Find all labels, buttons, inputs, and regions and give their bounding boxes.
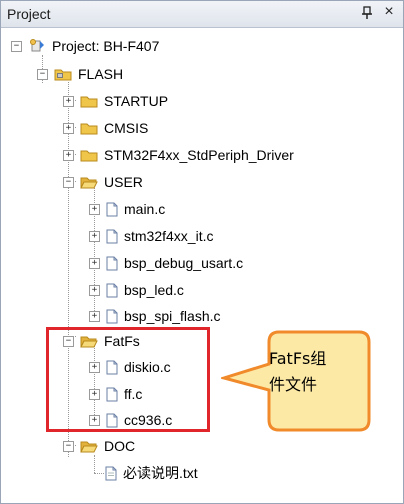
file-icon	[106, 256, 118, 270]
collapse-toggle[interactable]: −	[37, 68, 48, 80]
folder-icon	[80, 123, 98, 135]
expand-toggle[interactable]: +	[89, 203, 100, 215]
project-icon	[30, 39, 44, 52]
tree-node-driver[interactable]: + STM32F4xx_StdPeriph_Driver	[63, 145, 294, 165]
tree-node-file[interactable]: + stm32f4xx_it.c	[89, 226, 213, 246]
file-label: bsp_spi_flash.c	[124, 308, 221, 324]
tree-node-file[interactable]: + bsp_spi_flash.c	[89, 306, 221, 326]
tree-node-target[interactable]: − FLASH	[37, 64, 123, 84]
tree-node-file[interactable]: + bsp_led.c	[89, 280, 184, 300]
group-label: CMSIS	[104, 120, 149, 136]
collapse-toggle[interactable]: −	[63, 176, 74, 188]
file-label: bsp_debug_usart.c	[124, 255, 244, 271]
file-label: bsp_led.c	[124, 282, 184, 298]
group-label: STARTUP	[104, 93, 169, 109]
panel-titlebar: Project ×	[1, 1, 403, 28]
tree-node-user[interactable]: − USER	[63, 172, 143, 192]
folder-open-icon	[80, 177, 98, 189]
close-icon[interactable]: ×	[382, 4, 396, 20]
highlight-box	[46, 327, 210, 432]
tree-node-cmsis[interactable]: + CMSIS	[63, 118, 148, 138]
tree-node-doc[interactable]: − DOC	[63, 436, 135, 456]
tree-node-file[interactable]: + bsp_debug_usart.c	[89, 253, 243, 273]
expand-toggle[interactable]: +	[89, 230, 100, 242]
file-icon	[106, 229, 118, 243]
file-label: 必读说明.txt	[123, 465, 198, 481]
file-icon	[105, 466, 117, 480]
file-icon	[106, 283, 118, 297]
expand-toggle[interactable]: +	[89, 257, 100, 269]
expand-toggle[interactable]: +	[63, 149, 74, 161]
folder-icon	[80, 96, 98, 108]
expand-toggle[interactable]: +	[63, 95, 74, 107]
callout-line-1: FatFs组	[269, 349, 327, 368]
pin-icon[interactable]	[360, 6, 374, 20]
tree-node-startup[interactable]: + STARTUP	[63, 91, 168, 111]
file-icon	[106, 202, 118, 216]
panel-title: Project	[7, 6, 51, 22]
expand-toggle[interactable]: +	[63, 122, 74, 134]
group-label: USER	[104, 174, 143, 190]
callout-text: FatFs组 件文件	[269, 346, 369, 398]
expand-toggle[interactable]: +	[89, 310, 100, 322]
tree-node-project[interactable]: − Project: BH-F407	[11, 36, 159, 56]
target-folder-icon	[54, 69, 72, 81]
folder-icon	[80, 150, 98, 162]
folder-open-icon	[80, 441, 98, 453]
group-label: DOC	[104, 438, 136, 454]
callout-line-2: 件文件	[269, 375, 318, 394]
tree-node-file[interactable]: 必读说明.txt	[105, 463, 198, 483]
project-label: Project: BH-F407	[52, 38, 160, 54]
expand-toggle[interactable]: +	[89, 284, 100, 296]
collapse-toggle[interactable]: −	[63, 440, 74, 452]
group-label: STM32F4xx_StdPeriph_Driver	[104, 147, 294, 163]
file-label: stm32f4xx_it.c	[124, 228, 214, 244]
tree-node-file[interactable]: + main.c	[89, 199, 165, 219]
project-panel: Project × − Project: BH-F407 − FLASH + S…	[0, 0, 404, 504]
file-icon	[106, 309, 118, 323]
target-label: FLASH	[78, 66, 124, 82]
file-label: main.c	[124, 201, 166, 217]
collapse-toggle[interactable]: −	[11, 40, 22, 52]
